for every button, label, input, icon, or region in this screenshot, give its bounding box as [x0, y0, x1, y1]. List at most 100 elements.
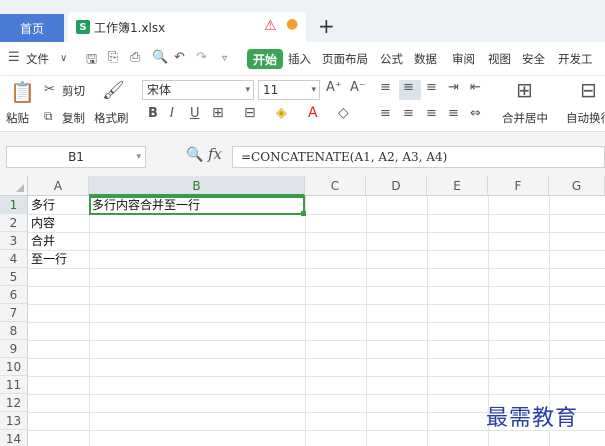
zoom-search-icon[interactable]: 🔍: [186, 147, 203, 163]
warning-icon[interactable]: ⚠: [264, 18, 277, 34]
fill-handle[interactable]: [301, 211, 306, 216]
menu-developer[interactable]: 开发工: [558, 51, 593, 67]
align-top-icon[interactable]: ≡: [380, 80, 391, 95]
distributed-icon[interactable]: ⇔: [470, 106, 481, 121]
cut-label[interactable]: 剪切: [62, 83, 85, 99]
row-header-10[interactable]: 10: [0, 358, 28, 376]
row-header-13[interactable]: 13: [0, 412, 28, 430]
row-header-4[interactable]: 4: [0, 250, 28, 268]
outdent-icon[interactable]: ⇤: [470, 80, 481, 95]
row-header-2[interactable]: 2: [0, 214, 28, 232]
increase-font-icon[interactable]: A⁺: [326, 80, 342, 95]
row-header-9[interactable]: 9: [0, 340, 28, 358]
col-header-e[interactable]: E: [427, 176, 488, 196]
tab-workbook[interactable]: S 工作簿1.xlsx ⚠ ●: [68, 12, 306, 42]
select-all-corner[interactable]: [0, 176, 28, 196]
menu-insert[interactable]: 插入: [288, 51, 311, 67]
menu-formulas[interactable]: 公式: [380, 51, 403, 67]
spreadsheet-icon: S: [76, 20, 90, 34]
merge-center-icon[interactable]: ⊞: [516, 78, 533, 102]
align-middle-icon[interactable]: ≡: [403, 80, 414, 95]
merge-center-label[interactable]: 合并居中: [502, 110, 548, 126]
chevron-down-icon: ▾: [245, 85, 250, 95]
unsaved-dot-icon[interactable]: ●: [286, 16, 298, 32]
justify-icon[interactable]: ≡: [448, 106, 459, 121]
align-left-icon[interactable]: ≡: [380, 106, 391, 121]
copy-icon[interactable]: ⧉: [44, 109, 53, 124]
row-header-8[interactable]: 8: [0, 322, 28, 340]
row-header-6[interactable]: 6: [0, 286, 28, 304]
scissors-icon[interactable]: ✂: [44, 82, 55, 97]
menu-security[interactable]: 安全: [522, 51, 545, 67]
cell-style-icon[interactable]: ⊟: [244, 105, 256, 121]
menu-page-layout[interactable]: 页面布局: [322, 51, 368, 67]
name-box[interactable]: B1 ▾: [6, 146, 146, 168]
row-header-3[interactable]: 3: [0, 232, 28, 250]
tab-bar: 首页 S 工作簿1.xlsx ⚠ ● +: [0, 0, 605, 42]
formula-bar: B1 ▾ 🔍 fx =CONCATENATE(A1, A2, A3, A4): [0, 132, 605, 176]
format-painter-icon[interactable]: 🖌: [102, 80, 125, 101]
menu-row: ☰ 文件 ∨ 🖫 ⎘ ⎙ 🔍 ↶ ↷ ▿ 开始 插入 页面布局 公式 数据 审阅…: [0, 42, 605, 76]
hamburger-menu-icon[interactable]: ☰: [8, 50, 20, 65]
active-cell-border: [89, 196, 305, 215]
col-header-b[interactable]: B: [89, 176, 305, 196]
chevron-down-icon: ▾: [136, 152, 141, 162]
font-size-select[interactable]: 11 ▾: [258, 80, 320, 100]
align-right-icon[interactable]: ≡: [426, 106, 437, 121]
bold-icon[interactable]: B: [148, 106, 158, 121]
watermark: 最需教育: [486, 406, 579, 431]
decrease-font-icon[interactable]: A⁻: [350, 80, 366, 95]
col-header-f[interactable]: F: [488, 176, 549, 196]
col-header-c[interactable]: C: [305, 176, 366, 196]
clear-format-icon[interactable]: ◇: [338, 105, 349, 121]
fill-color-icon[interactable]: ◈: [276, 105, 287, 121]
menu-view[interactable]: 视图: [488, 51, 511, 67]
redo-icon[interactable]: ↷: [196, 50, 207, 65]
border-icon[interactable]: ⊞: [212, 105, 224, 121]
cell-a4[interactable]: 至一行: [28, 250, 67, 268]
indent-icon[interactable]: ⇥: [448, 80, 459, 95]
font-name-select[interactable]: 宋体 ▾: [142, 80, 254, 100]
auto-wrap-icon[interactable]: ⊟: [580, 78, 597, 102]
save-icon[interactable]: 🖫: [86, 50, 97, 72]
paste-label[interactable]: 粘贴: [6, 110, 29, 126]
row-header-5[interactable]: 5: [0, 268, 28, 286]
chevron-down-icon: ▾: [311, 85, 316, 95]
row-header-12[interactable]: 12: [0, 394, 28, 412]
col-header-d[interactable]: D: [366, 176, 427, 196]
new-tab-plus-icon[interactable]: +: [318, 14, 335, 38]
row-header-14[interactable]: 14: [0, 430, 28, 446]
align-center-icon[interactable]: ≡: [403, 106, 414, 121]
chevron-down-icon[interactable]: ∨: [60, 53, 67, 64]
export-icon[interactable]: ⎘: [108, 50, 118, 65]
align-bottom-icon[interactable]: ≡: [426, 80, 437, 95]
formula-input[interactable]: =CONCATENATE(A1, A2, A3, A4): [232, 146, 605, 168]
row-header-7[interactable]: 7: [0, 304, 28, 322]
cell-a2[interactable]: 内容: [28, 214, 55, 232]
print-preview-icon[interactable]: 🔍: [152, 50, 168, 65]
fx-icon[interactable]: fx: [208, 145, 222, 163]
tab-file-name: 工作簿1.xlsx: [94, 20, 166, 35]
menu-data[interactable]: 数据: [414, 51, 437, 67]
italic-icon[interactable]: I: [170, 106, 174, 121]
undo-icon[interactable]: ↶: [174, 50, 185, 65]
tab-home[interactable]: 首页: [0, 14, 64, 42]
paste-icon[interactable]: 📋: [10, 80, 35, 104]
copy-label[interactable]: 复制: [62, 110, 85, 126]
font-color-icon[interactable]: A: [308, 105, 318, 121]
col-header-a[interactable]: A: [28, 176, 89, 196]
format-painter-label[interactable]: 格式刷: [94, 110, 129, 126]
cell-a1[interactable]: 多行: [28, 196, 55, 214]
row-header-11[interactable]: 11: [0, 376, 28, 394]
col-header-g[interactable]: G: [549, 176, 605, 196]
ribbon: 📋 粘贴 ✂ 剪切 ⧉ 复制 🖌 格式刷 宋体 ▾ 11 ▾ A⁺ A⁻ B I…: [0, 76, 605, 132]
menu-start[interactable]: 开始: [247, 49, 283, 69]
row-header-1[interactable]: 1: [0, 196, 28, 214]
customize-chevron-icon[interactable]: ▿: [222, 53, 227, 64]
menu-review[interactable]: 审阅: [452, 51, 475, 67]
underline-icon[interactable]: U: [190, 106, 200, 121]
auto-wrap-label[interactable]: 自动换行: [566, 110, 605, 126]
cell-a3[interactable]: 合并: [28, 232, 55, 250]
menu-file[interactable]: 文件: [26, 51, 49, 67]
print-icon[interactable]: ⎙: [130, 50, 140, 65]
